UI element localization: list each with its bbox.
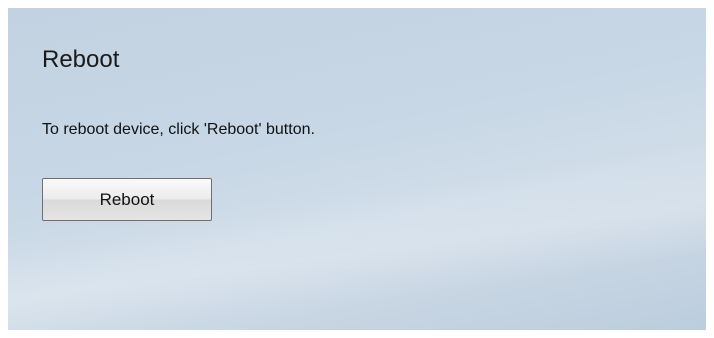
reboot-panel: Reboot To reboot device, click 'Reboot' … [8,8,706,330]
reboot-instructions: To reboot device, click 'Reboot' button. [42,121,315,138]
reboot-button[interactable]: Reboot [42,178,212,221]
page-title: Reboot [42,46,120,73]
